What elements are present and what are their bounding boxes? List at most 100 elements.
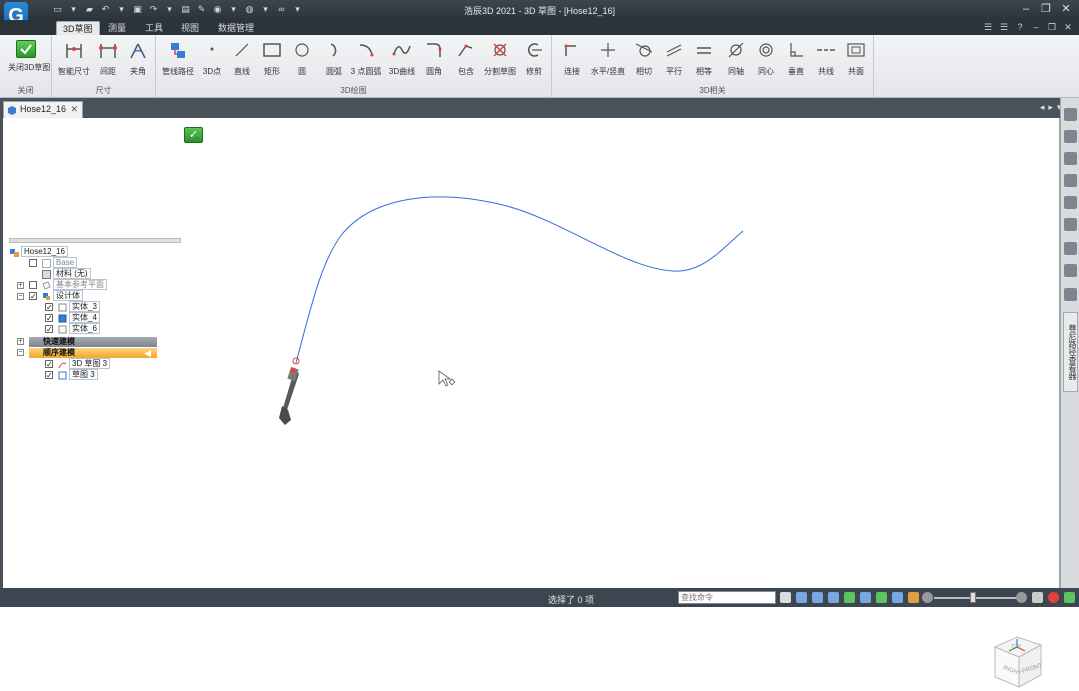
tree-item-design-body[interactable]: 设计体 xyxy=(53,290,83,301)
rollback-arrow-icon[interactable]: ◀ xyxy=(144,348,151,358)
settings-panel-icon[interactable] xyxy=(1064,288,1077,301)
checkbox-base[interactable] xyxy=(29,259,37,267)
horizontal-vertical-button[interactable]: 水平/竖直 xyxy=(590,38,626,84)
wrench-panel-icon[interactable] xyxy=(1064,196,1077,209)
split-sketch-button[interactable]: 分割草图 xyxy=(482,38,518,84)
include-button[interactable]: 包含 xyxy=(448,38,484,84)
document-tab[interactable]: Hose12_16 ✕ xyxy=(3,101,83,118)
ordered-modeling-bar[interactable]: 顺序建模 ◀ xyxy=(29,348,157,358)
checkbox-feature[interactable]: ✓ xyxy=(45,371,53,380)
scroll-left-icon[interactable]: ◂ xyxy=(1040,102,1045,113)
arrow-icon[interactable] xyxy=(780,592,791,603)
accept-check-button[interactable]: ✓ xyxy=(184,127,203,143)
image-panel-icon[interactable] xyxy=(1064,152,1077,165)
window-icon[interactable] xyxy=(1032,592,1043,603)
three-point-arc-icon xyxy=(355,40,377,62)
scroll-right-icon[interactable]: ▸ xyxy=(1048,102,1053,113)
solid-body-icon xyxy=(58,303,67,312)
grid-panel-icon[interactable] xyxy=(1064,264,1077,277)
arc-button[interactable]: 圆弧 xyxy=(316,38,352,84)
tab-tools[interactable]: 工具 xyxy=(139,21,169,35)
ribbon-group-3d-relations: 连接 水平/竖直 相切 平行 相等 同轴 同心 垂直 共线 共面 3D相关 xyxy=(552,35,874,98)
fit-icon[interactable] xyxy=(828,592,839,603)
help-icon[interactable]: ? xyxy=(1015,22,1025,33)
tangent-icon xyxy=(633,40,655,62)
connect-button[interactable]: 连接 xyxy=(554,38,590,84)
minimize-icon[interactable]: – xyxy=(1019,2,1033,16)
checkbox-ref-planes[interactable] xyxy=(29,281,37,289)
coplanar-button[interactable]: 共面 xyxy=(838,38,874,84)
pipe-path-button[interactable]: 管线路径 xyxy=(160,38,196,84)
style-icon[interactable] xyxy=(908,592,919,603)
collapse-icon[interactable]: − xyxy=(17,293,24,300)
sketch-curve[interactable] xyxy=(295,196,744,364)
angle-button[interactable]: 夹角 xyxy=(120,38,156,84)
checkbox-feature[interactable]: ✓ xyxy=(45,360,53,369)
circle-button[interactable]: 圆 xyxy=(284,38,320,84)
layers-panel-icon[interactable] xyxy=(1064,174,1077,187)
tree-item-feature[interactable]: 3D 草图 3 xyxy=(69,358,111,369)
list-icon[interactable]: ☰ xyxy=(983,22,993,33)
download-icon[interactable] xyxy=(1064,592,1075,603)
feature-panel-icon[interactable] xyxy=(1064,242,1077,255)
tree-item-material[interactable]: 材料 (无) xyxy=(53,268,91,279)
quick-modeling-bar[interactable]: 快速建模 xyxy=(29,337,157,347)
assembly-panel-icon[interactable] xyxy=(1064,108,1077,121)
rotate-icon[interactable] xyxy=(860,592,871,603)
curve-endpoint-marker[interactable] xyxy=(292,357,300,365)
tab-data-management[interactable]: 数据管理 xyxy=(212,21,260,35)
zoom-slider-thumb[interactable] xyxy=(970,592,976,603)
tree-item-body[interactable]: 实体_6 xyxy=(69,323,100,334)
equal-button[interactable]: 相等 xyxy=(686,38,722,84)
zoom-out-icon[interactable] xyxy=(922,592,933,603)
fillet-button[interactable]: 圆角 xyxy=(416,38,452,84)
list-alt-icon[interactable]: ☰ xyxy=(999,22,1009,33)
3d-viewport[interactable]: Hose12_16 Base 材料 (无) + 基本参考平面 − ✓ 设计体 ✓ xyxy=(0,118,1060,688)
tab-measure[interactable]: 测量 xyxy=(102,21,132,35)
record-icon[interactable] xyxy=(1048,592,1059,603)
zoom-area-icon[interactable] xyxy=(796,592,807,603)
restore-icon[interactable]: ❐ xyxy=(1047,22,1057,33)
expand-icon[interactable]: + xyxy=(17,282,24,289)
tab-3d-sketch[interactable]: 3D草图 xyxy=(56,21,100,35)
checkbox-design-body[interactable]: ✓ xyxy=(29,292,37,301)
checkbox-body[interactable]: ✓ xyxy=(45,303,53,312)
tab-view[interactable]: 视图 xyxy=(175,21,205,35)
three-point-arc-button[interactable]: 3 点圆弧 xyxy=(348,38,384,84)
zoom-in-icon[interactable] xyxy=(1016,592,1027,603)
smart-dimension-button[interactable]: 智能尺寸 xyxy=(56,38,92,84)
expand-icon[interactable]: + xyxy=(17,338,24,345)
3d-curve-button[interactable]: 3D曲线 xyxy=(384,38,420,84)
library-panel-icon[interactable] xyxy=(1064,218,1077,231)
tree-item-body[interactable]: 实体_3 xyxy=(69,301,100,312)
tree-item-base[interactable]: Base xyxy=(53,257,78,268)
tree-root[interactable]: Hose12_16 xyxy=(21,246,68,257)
ribbon-group-label: 3D绘图 xyxy=(340,86,367,95)
help-panel-icon[interactable] xyxy=(1064,130,1077,143)
command-search-input[interactable] xyxy=(678,591,776,604)
path-viewer-panel-tab[interactable]: 尊尼路径查看器 xyxy=(1063,312,1078,392)
tree-item-ref-planes[interactable]: 基本参考平面 xyxy=(53,279,107,290)
minimize-icon[interactable]: – xyxy=(1031,22,1041,33)
close-3d-sketch-button[interactable]: 关闭3D草图 xyxy=(8,38,50,84)
view-cube[interactable]: RIGHT FRONT TOP xyxy=(989,633,1047,691)
tree-item-feature[interactable]: 草图 3 xyxy=(69,369,98,380)
pan-icon[interactable] xyxy=(844,592,855,603)
angle-icon xyxy=(127,40,149,62)
checkbox-body[interactable]: ✓ xyxy=(45,314,53,323)
close-icon[interactable]: ✕ xyxy=(1063,22,1073,33)
render-icon[interactable] xyxy=(892,592,903,603)
checkbox-body[interactable]: ✓ xyxy=(45,325,53,334)
restore-icon[interactable]: ❐ xyxy=(1039,2,1053,16)
trim-button[interactable]: 修剪 xyxy=(516,38,552,84)
hose-fitting[interactable] xyxy=(279,367,299,425)
zoom-icon[interactable] xyxy=(812,592,823,603)
view-icon[interactable] xyxy=(876,592,887,603)
collapse-icon[interactable]: − xyxy=(17,349,24,356)
close-icon[interactable]: ✕ xyxy=(70,102,78,117)
zoom-slider-track[interactable] xyxy=(934,597,1018,599)
tree-drag-handle[interactable] xyxy=(9,238,181,243)
tree-item-body[interactable]: 实体_4 xyxy=(69,312,100,323)
ribbon-tab-row: 3D草图 测量 工具 视图 数据管理 ☰ ☰ ? – ❐ ✕ xyxy=(0,20,1079,35)
close-icon[interactable]: ✕ xyxy=(1059,2,1073,16)
